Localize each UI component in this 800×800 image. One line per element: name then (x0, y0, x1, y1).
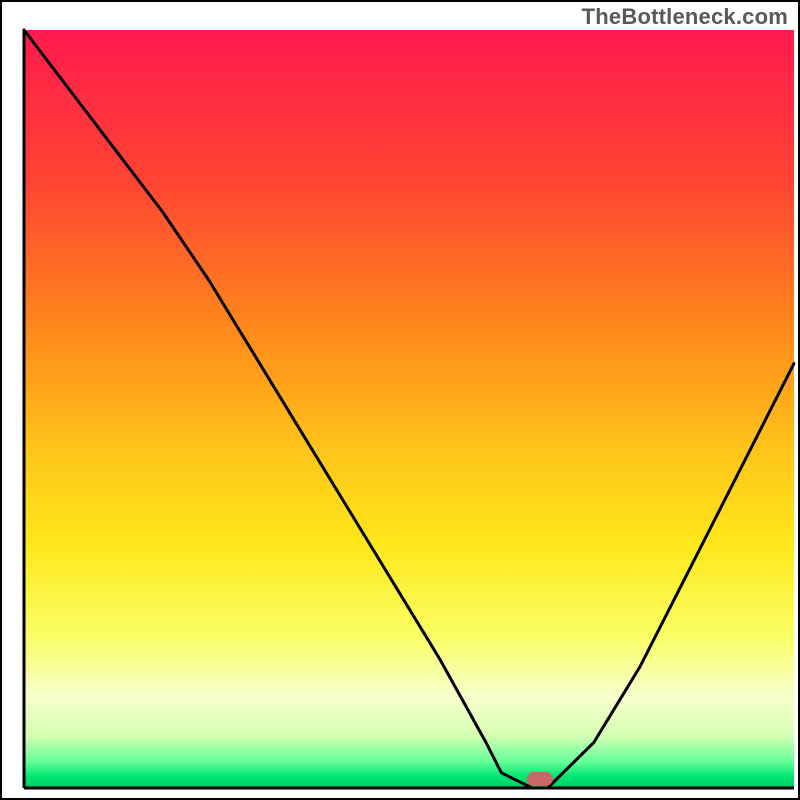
chart-frame: TheBottleneck.com (0, 0, 800, 800)
bottleneck-chart (0, 0, 800, 800)
watermark-text: TheBottleneck.com (582, 4, 788, 30)
